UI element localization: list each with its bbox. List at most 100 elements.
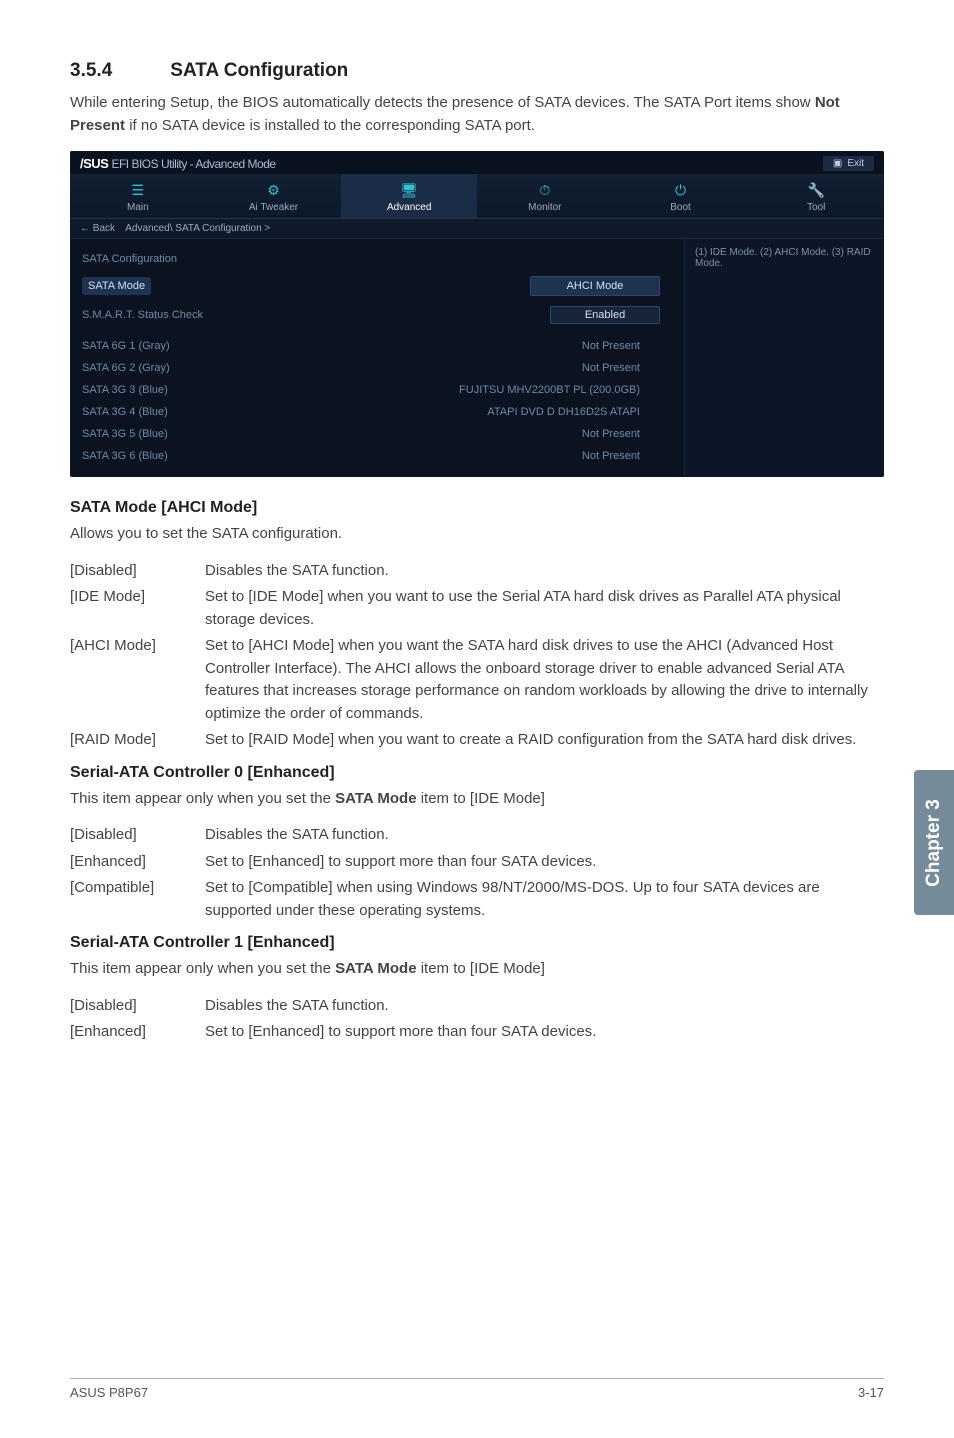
option-val: Set to [Enhanced] to support more than f… — [205, 851, 884, 874]
option-val: Disables the SATA function. — [205, 560, 884, 583]
bios-row-sata6g1: SATA 6G 1 (Gray) Not Present — [82, 335, 680, 357]
bios-row-value: Enabled — [550, 306, 660, 324]
option-row: [Enhanced] Set to [Enhanced] to support … — [70, 851, 884, 874]
serial0-desc-post: item to [IDE Mode] — [417, 790, 545, 807]
footer-right: 3-17 — [858, 1385, 884, 1400]
option-val: Set to [Enhanced] to support more than f… — [205, 1021, 884, 1044]
bios-row-value: ATAPI DVD D DH16D2S ATAPI — [487, 406, 680, 418]
section-title: SATA Configuration — [170, 60, 348, 81]
option-key: [Disabled] — [70, 995, 205, 1018]
serial0-desc-pre: This item appear only when you set the — [70, 790, 335, 807]
breadcrumb: ← Back Advanced\ SATA Configuration > — [70, 219, 884, 239]
bios-help-text: (1) IDE Mode. (2) AHCI Mode. (3) RAID Mo… — [695, 247, 874, 269]
section-number: 3.5.4 — [70, 60, 165, 82]
bios-body: SATA Configuration SATA Mode AHCI Mode S… — [70, 239, 884, 477]
bios-screenshot: /SUS EFI BIOS Utility - Advanced Mode ▣ … — [70, 151, 884, 477]
bios-row-label: SATA 3G 5 (Blue) — [82, 428, 168, 440]
intro-paragraph: While entering Setup, the BIOS automatic… — [70, 92, 884, 137]
option-val: Set to [AHCI Mode] when you want the SAT… — [205, 635, 884, 725]
list-icon: ☰ — [70, 180, 206, 200]
bios-row-sata3g6: SATA 3G 6 (Blue) Not Present — [82, 445, 680, 467]
tab-monitor[interactable]: ⏱ Monitor — [477, 174, 613, 218]
breadcrumb-path: Advanced\ SATA Configuration > — [125, 223, 270, 234]
option-val: Disables the SATA function. — [205, 824, 884, 847]
tab-boot-label: Boot — [613, 202, 749, 213]
bios-row-label: SATA Mode — [82, 277, 151, 295]
tab-main[interactable]: ☰ Main — [70, 174, 206, 218]
tab-boot[interactable]: ⏻ Boot — [613, 174, 749, 218]
bios-logo-brand: /SUS — [80, 156, 108, 171]
exit-icon: ▣ — [833, 158, 842, 169]
option-key: [Disabled] — [70, 560, 205, 583]
serial1-desc: This item appear only when you set the S… — [70, 958, 884, 981]
bios-row-sata-mode[interactable]: SATA Mode AHCI Mode — [82, 271, 680, 301]
monitor-icon: 🖥 — [341, 180, 477, 200]
power-icon: ⏻ — [613, 180, 749, 200]
option-key: [Disabled] — [70, 824, 205, 847]
tab-monitor-label: Monitor — [477, 202, 613, 213]
bios-row-value: Not Present — [582, 340, 680, 352]
bios-row-value: Not Present — [582, 450, 680, 462]
option-key: [RAID Mode] — [70, 729, 205, 752]
option-key: [IDE Mode] — [70, 586, 205, 631]
exit-label: Exit — [847, 158, 864, 169]
option-row: [Compatible] Set to [Compatible] when us… — [70, 877, 884, 922]
serial1-desc-bold: SATA Mode — [335, 960, 416, 977]
bios-row-value: Not Present — [582, 428, 680, 440]
tab-ai-tweaker-label: Ai Tweaker — [206, 202, 342, 213]
sata-mode-desc: Allows you to set the SATA configuration… — [70, 523, 884, 546]
serial1-heading: Serial-ATA Controller 1 [Enhanced] — [70, 934, 884, 952]
option-key: [Enhanced] — [70, 851, 205, 874]
bios-row-sata6g2: SATA 6G 2 (Gray) Not Present — [82, 357, 680, 379]
bios-row-smart[interactable]: S.M.A.R.T. Status Check Enabled — [82, 301, 680, 329]
bios-row-sata3g4: SATA 3G 4 (Blue) ATAPI DVD D DH16D2S ATA… — [82, 401, 680, 423]
option-key: [Compatible] — [70, 877, 205, 922]
tab-main-label: Main — [70, 202, 206, 213]
bios-row-label: SATA 3G 3 (Blue) — [82, 384, 168, 396]
exit-button[interactable]: ▣ Exit — [823, 156, 874, 171]
footer-left: ASUS P8P67 — [70, 1385, 148, 1400]
serial1-options: [Disabled] Disables the SATA function. [… — [70, 995, 884, 1044]
bios-section-title: SATA Configuration — [82, 247, 680, 271]
option-row: [RAID Mode] Set to [RAID Mode] when you … — [70, 729, 884, 752]
option-val: Disables the SATA function. — [205, 995, 884, 1018]
bios-row-label: SATA 6G 2 (Gray) — [82, 362, 170, 374]
bios-row-label: S.M.A.R.T. Status Check — [82, 309, 203, 321]
bios-row-value: AHCI Mode — [530, 276, 660, 296]
tab-advanced[interactable]: 🖥 Advanced — [341, 174, 477, 218]
back-button[interactable]: ← Back — [80, 223, 115, 234]
serial0-options: [Disabled] Disables the SATA function. [… — [70, 824, 884, 922]
option-row: [Enhanced] Set to [Enhanced] to support … — [70, 1021, 884, 1044]
bios-left-pane: SATA Configuration SATA Mode AHCI Mode S… — [70, 239, 684, 477]
bios-row-value: Not Present — [582, 362, 680, 374]
serial0-desc: This item appear only when you set the S… — [70, 788, 884, 811]
bios-row-sata3g3: SATA 3G 3 (Blue) FUJITSU MHV2200BT PL (2… — [82, 379, 680, 401]
tab-ai-tweaker[interactable]: ⚙ Ai Tweaker — [206, 174, 342, 218]
section-heading: 3.5.4 SATA Configuration — [70, 60, 884, 82]
option-row: [IDE Mode] Set to [IDE Mode] when you wa… — [70, 586, 884, 631]
serial0-heading: Serial-ATA Controller 0 [Enhanced] — [70, 764, 884, 782]
option-val: Set to [IDE Mode] when you want to use t… — [205, 586, 884, 631]
tab-tool[interactable]: 🔧 Tool — [748, 174, 884, 218]
sata-mode-options: [Disabled] Disables the SATA function. [… — [70, 560, 884, 752]
bios-row-value: FUJITSU MHV2200BT PL (200.0GB) — [459, 384, 680, 396]
bios-header: /SUS EFI BIOS Utility - Advanced Mode ▣ … — [70, 151, 884, 174]
chapter-side-tab-label: Chapter 3 — [923, 799, 945, 887]
option-key: [Enhanced] — [70, 1021, 205, 1044]
option-row: [Disabled] Disables the SATA function. — [70, 995, 884, 1018]
serial1-desc-post: item to [IDE Mode] — [417, 960, 545, 977]
option-row: [AHCI Mode] Set to [AHCI Mode] when you … — [70, 635, 884, 725]
tab-advanced-label: Advanced — [341, 202, 477, 213]
tab-tool-label: Tool — [748, 202, 884, 213]
sata-mode-heading: SATA Mode [AHCI Mode] — [70, 499, 884, 517]
intro-post: if no SATA device is installed to the co… — [125, 117, 535, 134]
bios-row-label: SATA 3G 4 (Blue) — [82, 406, 168, 418]
bios-help-pane: (1) IDE Mode. (2) AHCI Mode. (3) RAID Mo… — [684, 239, 884, 477]
option-row: [Disabled] Disables the SATA function. — [70, 560, 884, 583]
chapter-side-tab: Chapter 3 — [914, 770, 954, 915]
page-footer: ASUS P8P67 3-17 — [70, 1378, 884, 1400]
bios-logo: /SUS EFI BIOS Utility - Advanced Mode — [80, 156, 276, 171]
bios-row-label: SATA 6G 1 (Gray) — [82, 340, 170, 352]
serial1-desc-pre: This item appear only when you set the — [70, 960, 335, 977]
wrench-icon: 🔧 — [748, 180, 884, 200]
